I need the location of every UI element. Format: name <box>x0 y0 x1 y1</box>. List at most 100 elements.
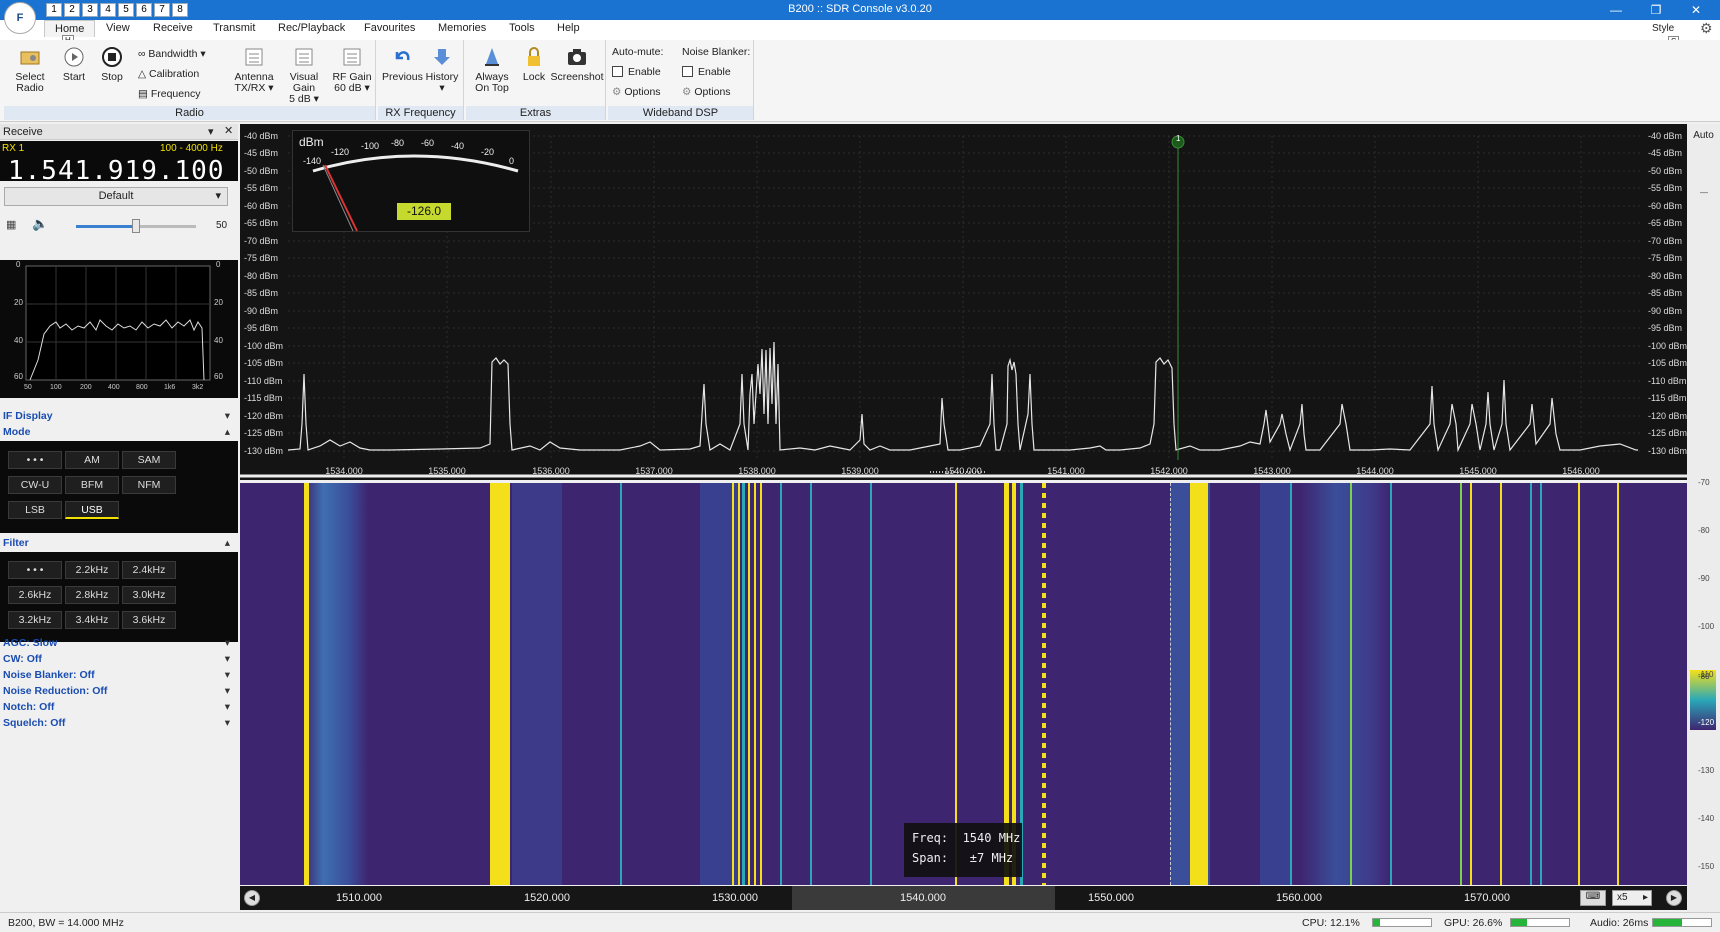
previous-button[interactable]: Previous <box>382 46 423 83</box>
quick-access-3[interactable]: 3 <box>82 3 98 17</box>
filter-button[interactable]: 3.2kHz <box>8 611 62 629</box>
screenshot-button[interactable]: Screenshot <box>550 46 604 83</box>
zoom-select[interactable]: x5 ▸ <box>1612 890 1652 906</box>
quick-access-4[interactable]: 4 <box>100 3 116 17</box>
chevron-down-icon: ▾ <box>224 410 230 422</box>
auto-button[interactable]: Auto <box>1689 130 1718 144</box>
audio-y-tick-right: 60 <box>214 372 223 381</box>
mode-lsb-button[interactable]: LSB <box>8 501 62 519</box>
visual-gain-icon <box>295 48 313 66</box>
spectrum-display[interactable]: 1 dBm -140 -120 -100 -80 -60 -40 -20 0 -… <box>240 124 1687 480</box>
volume-value: 50 <box>216 220 228 231</box>
filter-more-button[interactable]: • • • <box>8 561 62 579</box>
filter-button[interactable]: 3.4kHz <box>65 611 119 629</box>
mode-nfm-button[interactable]: NFM <box>122 476 176 494</box>
close-button[interactable]: ✕ <box>1674 0 1718 20</box>
dbm-label: -55 dBm <box>244 183 279 193</box>
automute-enable-checkbox[interactable]: Enable <box>612 66 661 78</box>
quick-access-8[interactable]: 8 <box>172 3 188 17</box>
noise-blanker-section[interactable]: Noise Blanker: Off ▾ <box>0 668 238 683</box>
mode-am-button[interactable]: AM <box>65 451 119 469</box>
filter-button[interactable]: 3.0kHz <box>122 586 176 604</box>
notch-section[interactable]: Notch: Off ▾ <box>0 700 238 715</box>
mode-more-button[interactable]: • • • <box>8 451 62 469</box>
quick-access-2[interactable]: 2 <box>64 3 80 17</box>
panel-dropdown-icon[interactable]: ▾ <box>208 125 214 138</box>
squelch-section[interactable]: Squelch: Off ▾ <box>0 716 238 731</box>
close-icon[interactable]: ✕ <box>224 124 233 137</box>
waterfall-freq-label: 1540.000 <box>900 892 946 904</box>
filter-button[interactable]: 3.6kHz <box>122 611 176 629</box>
cw-section[interactable]: CW: Off ▾ <box>0 652 238 667</box>
rx-frequency-group-label: RX Frequency <box>378 106 463 120</box>
app-menu-button[interactable]: F <box>4 2 36 34</box>
noise-blanker-options-button[interactable]: ⚙ Options <box>682 86 731 98</box>
start-button[interactable]: Start <box>54 46 94 83</box>
mode-section[interactable]: Mode ▴ <box>0 425 238 440</box>
agc-section[interactable]: AGC: Slow ▾ <box>0 636 238 651</box>
visual-gain-button[interactable]: Visual Gain 5 dB ▾ <box>278 46 330 105</box>
filter-button[interactable]: 2.8kHz <box>65 586 119 604</box>
tab-transmit[interactable]: Transmit <box>213 22 255 34</box>
tab-tools[interactable]: Tools <box>509 22 535 34</box>
calibration-button[interactable]: △ Calibration <box>138 68 199 80</box>
noise-reduction-section[interactable]: Noise Reduction: Off ▾ <box>0 684 238 699</box>
audio-y-tick: 20 <box>14 298 23 307</box>
meter-tick: -60 <box>421 138 435 148</box>
filter-button[interactable]: 2.6kHz <box>8 586 62 604</box>
frequency-button[interactable]: ▤ Frequency <box>138 88 200 100</box>
always-on-top-button[interactable]: Always On Top <box>470 46 514 94</box>
mode-sam-button[interactable]: SAM <box>122 451 176 469</box>
automute-options-button[interactable]: ⚙ Options <box>612 86 661 98</box>
mode-cwu-button[interactable]: CW-U <box>8 476 62 494</box>
antenna-button[interactable]: Antenna TX/RX ▾ <box>232 46 276 94</box>
rf-gain-button[interactable]: RF Gain 60 dB ▾ <box>330 46 374 94</box>
filter-button[interactable]: 2.4kHz <box>122 561 176 579</box>
mode-usb-button[interactable]: USB <box>65 501 119 519</box>
tab-help[interactable]: Help <box>557 22 580 34</box>
waterfall-freq-label: 1560.000 <box>1276 892 1322 904</box>
tab-memories[interactable]: Memories <box>438 22 486 34</box>
profile-select[interactable]: Default ▾ <box>4 187 228 206</box>
tab-view[interactable]: View <box>106 22 130 34</box>
chevron-down-icon: ▾ <box>224 701 230 713</box>
speaker-icon[interactable]: 🔈 <box>32 216 48 232</box>
history-button[interactable]: History ▾ <box>422 46 462 94</box>
tab-favourites[interactable]: Favourites <box>364 22 415 34</box>
bandwidth-button[interactable]: ∞ Bandwidth ▾ <box>138 48 206 60</box>
vfo-frequency[interactable]: 1.541.919.100 <box>8 156 225 186</box>
noise-blanker-enable-checkbox[interactable]: Enable <box>682 66 731 78</box>
spectrum-freq-label: 1536.000 <box>532 466 570 476</box>
quick-access-7[interactable]: 7 <box>154 3 170 17</box>
select-radio-button[interactable]: Select Radio <box>8 46 52 94</box>
mode-bfm-button[interactable]: BFM <box>65 476 119 494</box>
dbm-label-right: -95 dBm <box>1648 323 1683 333</box>
tab-rec-playback[interactable]: Rec/Playback <box>278 22 345 34</box>
filter-section[interactable]: Filter ▴ <box>0 536 238 551</box>
restore-button[interactable]: ❐ <box>1634 0 1678 20</box>
quick-access-5[interactable]: 5 <box>118 3 134 17</box>
style-dropdown[interactable]: Style <box>1652 23 1674 34</box>
audio-spectrum: 0 20 40 60 0 20 40 60 50 100 200 400 800… <box>0 260 238 398</box>
minimize-button[interactable]: — <box>1594 0 1638 20</box>
gear-icon[interactable]: ⚙ <box>1700 20 1713 37</box>
keyboard-icon[interactable]: ⌨ <box>1580 890 1606 906</box>
quick-access-1[interactable]: 1 <box>46 3 62 17</box>
if-display-section[interactable]: IF Display ▾ <box>0 409 238 424</box>
audio-y-tick-right: 40 <box>214 336 223 345</box>
tab-receive[interactable]: Receive <box>153 22 193 34</box>
spectrum-icon[interactable]: ▦ <box>6 218 16 231</box>
waterfall-display[interactable]: Freq: 1540 MHz Span: ±7 MHz <box>240 483 1687 885</box>
audio-x-tick: 400 <box>108 384 120 391</box>
stop-button[interactable]: Stop <box>92 46 132 83</box>
volume-slider[interactable] <box>76 219 196 233</box>
filter-button[interactable]: 2.2kHz <box>65 561 119 579</box>
scroll-left-button[interactable]: ◀ <box>244 890 260 906</box>
scroll-right-button[interactable]: ▶ <box>1666 890 1682 906</box>
waterfall-freq-label: 1520.000 <box>524 892 570 904</box>
dbm-label: -65 dBm <box>244 218 279 228</box>
lock-button[interactable]: Lock <box>516 46 552 83</box>
audio-y-tick: 0 <box>16 260 21 269</box>
quick-access-6[interactable]: 6 <box>136 3 152 17</box>
waterfall-scale[interactable]: ◀ 1510.000 1520.000 1530.000 1540.000 15… <box>240 886 1687 910</box>
